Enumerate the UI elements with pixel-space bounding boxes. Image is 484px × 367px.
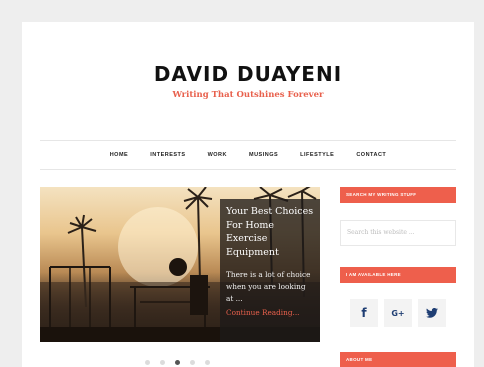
continue-reading-link[interactable]: Continue Reading... (226, 308, 314, 317)
twitter-button[interactable] (418, 299, 446, 327)
social-widget-heading: I AM AVAILABLE HERE (340, 267, 456, 283)
slide-excerpt: There is a lot of choice when you are lo… (226, 270, 311, 303)
slider-dot-active[interactable] (175, 360, 180, 365)
google-plus-icon: G+ (391, 308, 405, 318)
nav-item-work[interactable]: WORK (208, 152, 227, 158)
facebook-icon: f (361, 306, 367, 320)
slider-dot[interactable] (205, 360, 210, 365)
social-links: f G+ (350, 299, 452, 327)
main-nav: HOME INTERESTS WORK MUSINGS LIFESTYLE CO… (40, 140, 456, 170)
nav-item-home[interactable]: HOME (110, 152, 129, 158)
slider-dot[interactable] (160, 360, 165, 365)
google-plus-button[interactable]: G+ (384, 299, 412, 327)
search-input[interactable]: Search this website ... (340, 220, 456, 246)
slider-dot[interactable] (145, 360, 150, 365)
facebook-button[interactable]: f (350, 299, 378, 327)
twitter-icon (426, 308, 438, 318)
page-container: DAVID DUAYENI Writing That Outshines For… (22, 22, 474, 367)
featured-slider[interactable]: Your Best Choices For Home Exercise Equi… (40, 187, 320, 342)
nav-item-lifestyle[interactable]: LIFESTYLE (300, 152, 334, 158)
slider-dot[interactable] (190, 360, 195, 365)
search-widget-heading: SEARCH MY WRITING STUFF (340, 187, 456, 203)
slide-title[interactable]: Your Best Choices For Home Exercise Equi… (226, 205, 314, 259)
nav-item-contact[interactable]: CONTACT (356, 152, 386, 158)
slide-caption: Your Best Choices For Home Exercise Equi… (220, 199, 320, 342)
site-tagline: Writing That Outshines Forever (172, 90, 324, 100)
site-title[interactable]: DAVID DUAYENI (22, 62, 474, 86)
nav-item-musings[interactable]: MUSINGS (249, 152, 278, 158)
about-widget-heading: ABOUT ME (340, 352, 456, 367)
nav-item-interests[interactable]: INTERESTS (150, 152, 185, 158)
slider-pagination (140, 360, 215, 365)
